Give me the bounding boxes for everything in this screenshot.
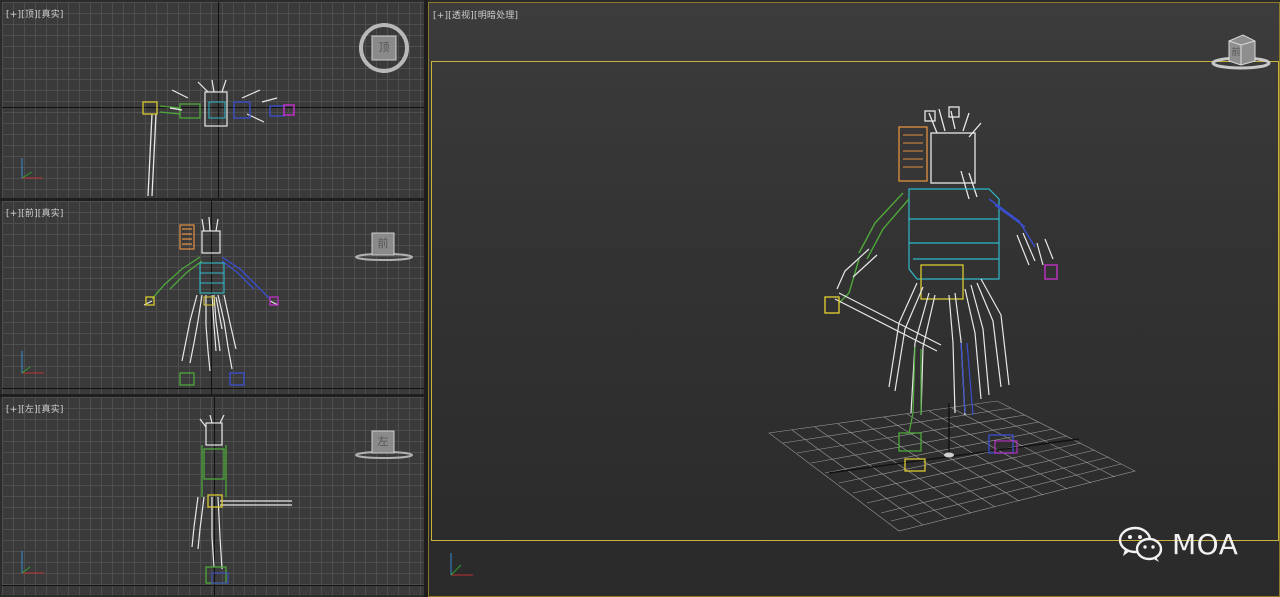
wechat-icon — [1118, 526, 1163, 562]
viewport-label: [+][透视][明暗处理] — [433, 8, 518, 21]
viewport-shading-menu[interactable]: [真实] — [38, 10, 64, 20]
viewcube-face-label: 前 — [377, 237, 389, 250]
watermark-text: MOA — [1172, 527, 1239, 561]
top-viewport[interactable]: [+][顶][真实] 顶 — [2, 2, 424, 198]
viewport-shading-menu[interactable]: [真实] — [38, 209, 64, 219]
viewport-view-menu[interactable]: [顶] — [21, 10, 38, 20]
viewcube-face-label: 左 — [377, 435, 389, 448]
viewcube-face-label: 前 — [1231, 48, 1241, 58]
viewport-label: [+][前][真实] — [6, 206, 64, 219]
front-viewport[interactable]: [+][前][真实] 前 — [2, 201, 424, 394]
viewcube[interactable]: 前 — [354, 229, 414, 263]
viewport-label: [+][顶][真实] — [6, 7, 64, 20]
viewport-shading-menu[interactable]: [明暗处理] — [474, 11, 518, 21]
viewport-shading-menu[interactable]: [真实] — [38, 405, 64, 415]
viewport-menu-plus[interactable]: [+] — [6, 405, 21, 415]
viewport-view-menu[interactable]: [左] — [21, 405, 38, 415]
viewcube[interactable]: 前 — [1209, 31, 1273, 71]
perspective-viewport[interactable]: [+][透视][明暗处理] 前 — [428, 2, 1280, 597]
viewcube[interactable]: 左 — [354, 427, 414, 461]
viewcube[interactable]: 顶 — [358, 22, 410, 74]
viewcube-face-label: 顶 — [378, 41, 390, 54]
viewport-view-menu[interactable]: [前] — [21, 209, 38, 219]
viewport-view-menu[interactable]: [透视] — [448, 11, 474, 21]
watermark: MOA — [1118, 524, 1238, 564]
viewport-menu-plus[interactable]: [+] — [6, 10, 21, 20]
left-viewport[interactable]: [+][左][真实] 左 — [2, 397, 424, 595]
viewport-menu-plus[interactable]: [+] — [6, 209, 21, 219]
viewport-label: [+][左][真实] — [6, 402, 64, 415]
axis-tripod — [450, 553, 473, 576]
viewport-menu-plus[interactable]: [+] — [433, 11, 448, 21]
